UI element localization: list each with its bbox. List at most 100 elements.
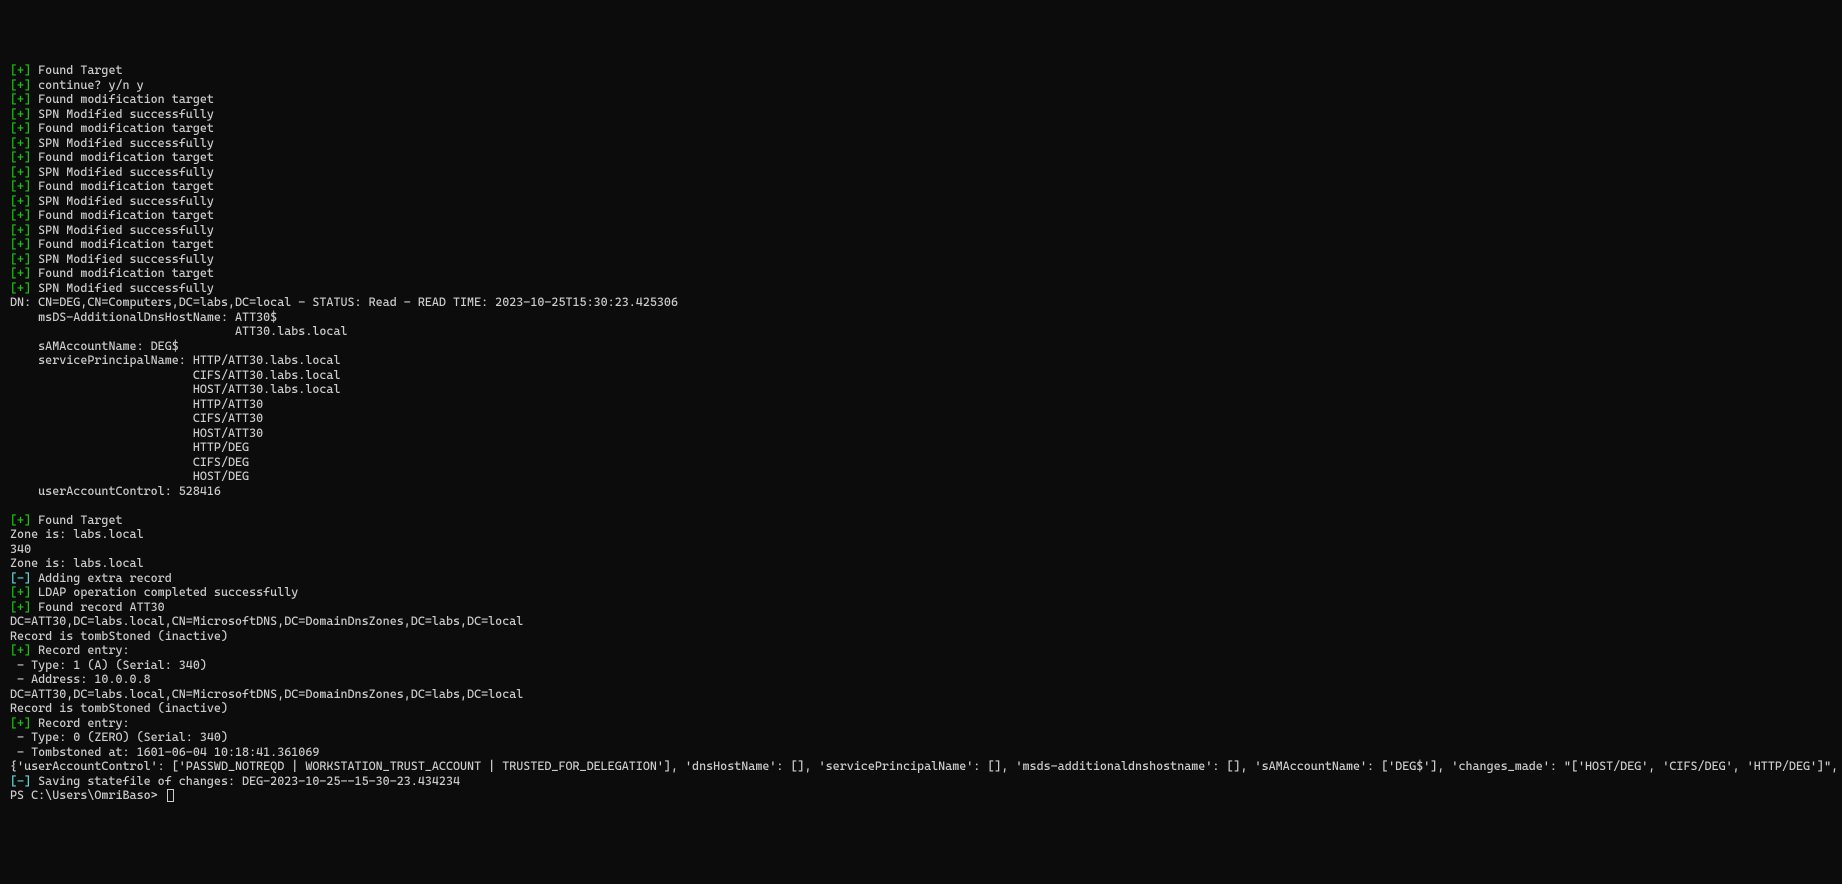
status-bracket: [+] — [10, 194, 31, 208]
status-message: continue? y/n y — [31, 78, 144, 92]
terminal-line: Zone is: labs.local — [10, 527, 1832, 542]
terminal-line: CIFS/DEG — [10, 455, 1832, 470]
terminal-line: [+] Found modification target — [10, 266, 1832, 281]
status-bracket: [+] — [10, 716, 31, 730]
status-bracket: [+] — [10, 165, 31, 179]
terminal-line: [+] Found modification target — [10, 179, 1832, 194]
terminal-line: DC=ATT30,DC=labs.local,CN=MicrosoftDNS,D… — [10, 687, 1832, 702]
terminal-line: [+] SPN Modified successfully — [10, 281, 1832, 296]
terminal-line: [+] Found modification target — [10, 121, 1832, 136]
terminal-line: [+] Found modification target — [10, 92, 1832, 107]
terminal-line: HTTP/ATT30 — [10, 397, 1832, 412]
status-message: SPN Modified successfully — [31, 281, 214, 295]
terminal-line: - Tombstoned at: 1601-06-04 10:18:41.361… — [10, 745, 1832, 760]
terminal-line: [+] SPN Modified successfully — [10, 223, 1832, 238]
terminal-line: HTTP/DEG — [10, 440, 1832, 455]
status-message: Found modification target — [31, 208, 214, 222]
terminal-line: [+] SPN Modified successfully — [10, 136, 1832, 151]
status-message: Found modification target — [31, 266, 214, 280]
status-message: SPN Modified successfully — [31, 136, 214, 150]
terminal-line: msDS-AdditionalDnsHostName: ATT30$ — [10, 310, 1832, 325]
terminal-line: [+] SPN Modified successfully — [10, 165, 1832, 180]
status-message: Found record ATT30 — [31, 600, 165, 614]
terminal-line: - Address: 10.0.0.8 — [10, 672, 1832, 687]
status-bracket: [+] — [10, 63, 31, 77]
terminal-line: [+] Found modification target — [10, 208, 1832, 223]
status-message: Found modification target — [31, 179, 214, 193]
status-message: Saving statefile of changes: DEG-2023-10… — [31, 774, 460, 788]
status-message: Found Target — [31, 63, 122, 77]
status-message: SPN Modified successfully — [31, 252, 214, 266]
status-bracket: [+] — [10, 223, 31, 237]
status-bracket: [+] — [10, 179, 31, 193]
terminal-line: [-] Saving statefile of changes: DEG-202… — [10, 774, 1832, 789]
status-message: LDAP operation completed successfully — [31, 585, 298, 599]
status-bracket: [+] — [10, 600, 31, 614]
status-bracket: [+] — [10, 136, 31, 150]
terminal-output[interactable]: [+] Found Target[+] continue? y/n y[+] F… — [10, 63, 1832, 803]
terminal-line: [+] Found Target — [10, 513, 1832, 528]
status-bracket: [+] — [10, 643, 31, 657]
status-bracket: [+] — [10, 208, 31, 222]
status-bracket: [+] — [10, 121, 31, 135]
terminal-line: sAMAccountName: DEG$ — [10, 339, 1832, 354]
terminal-line: HOST/DEG — [10, 469, 1832, 484]
status-message: SPN Modified successfully — [31, 165, 214, 179]
status-message: Record entry: — [31, 643, 129, 657]
status-bracket: [+] — [10, 266, 31, 280]
status-bracket-minus: [-] — [10, 571, 31, 585]
terminal-line: [+] SPN Modified successfully — [10, 107, 1832, 122]
terminal-line: [+] Found modification target — [10, 150, 1832, 165]
terminal-line: [+] Record entry: — [10, 716, 1832, 731]
status-message: Found modification target — [31, 92, 214, 106]
terminal-line: [+] Found record ATT30 — [10, 600, 1832, 615]
terminal-line: Record is tombStoned (inactive) — [10, 701, 1832, 716]
status-bracket: [+] — [10, 252, 31, 266]
terminal-line: {'userAccountControl': ['PASSWD_NOTREQD … — [10, 759, 1832, 774]
status-message: Found modification target — [31, 121, 214, 135]
terminal-line: HOST/ATT30 — [10, 426, 1832, 441]
terminal-line: HOST/ATT30.labs.local — [10, 382, 1832, 397]
terminal-line: [+] Found modification target — [10, 237, 1832, 252]
status-bracket: [+] — [10, 78, 31, 92]
terminal-line: CIFS/ATT30 — [10, 411, 1832, 426]
terminal-line: userAccountControl: 528416 — [10, 484, 1832, 499]
status-message: SPN Modified successfully — [31, 107, 214, 121]
terminal-line: [-] Adding extra record — [10, 571, 1832, 586]
status-bracket: [+] — [10, 513, 31, 527]
terminal-line: CIFS/ATT30.labs.local — [10, 368, 1832, 383]
status-bracket: [+] — [10, 585, 31, 599]
terminal-line: ATT30.labs.local — [10, 324, 1832, 339]
terminal-line: servicePrincipalName: HTTP/ATT30.labs.lo… — [10, 353, 1832, 368]
terminal-line — [10, 498, 1832, 513]
status-message: Found modification target — [31, 150, 214, 164]
terminal-line: Record is tombStoned (inactive) — [10, 629, 1832, 644]
powershell-prompt: PS C:\Users\OmriBaso> — [10, 788, 165, 802]
terminal-line: 340 — [10, 542, 1832, 557]
status-message: Found modification target — [31, 237, 214, 251]
status-bracket: [+] — [10, 237, 31, 251]
status-bracket: [+] — [10, 281, 31, 295]
prompt-line[interactable]: PS C:\Users\OmriBaso> — [10, 788, 1832, 803]
cursor-icon — [167, 789, 174, 802]
status-message: SPN Modified successfully — [31, 223, 214, 237]
status-bracket: [+] — [10, 92, 31, 106]
terminal-line: [+] LDAP operation completed successfull… — [10, 585, 1832, 600]
status-bracket: [+] — [10, 150, 31, 164]
terminal-line: [+] Found Target — [10, 63, 1832, 78]
terminal-line: [+] SPN Modified successfully — [10, 252, 1832, 267]
terminal-line: DC=ATT30,DC=labs.local,CN=MicrosoftDNS,D… — [10, 614, 1832, 629]
terminal-line: [+] continue? y/n y — [10, 78, 1832, 93]
terminal-line: [+] SPN Modified successfully — [10, 194, 1832, 209]
status-bracket-minus: [-] — [10, 774, 31, 788]
status-message: SPN Modified successfully — [31, 194, 214, 208]
terminal-line: Zone is: labs.local — [10, 556, 1832, 571]
terminal-line: - Type: 0 (ZERO) (Serial: 340) — [10, 730, 1832, 745]
status-message: Adding extra record — [31, 571, 172, 585]
terminal-line: [+] Record entry: — [10, 643, 1832, 658]
status-message: Found Target — [31, 513, 122, 527]
status-bracket: [+] — [10, 107, 31, 121]
terminal-line: DN: CN=DEG,CN=Computers,DC=labs,DC=local… — [10, 295, 1832, 310]
terminal-line: - Type: 1 (A) (Serial: 340) — [10, 658, 1832, 673]
status-message: Record entry: — [31, 716, 129, 730]
